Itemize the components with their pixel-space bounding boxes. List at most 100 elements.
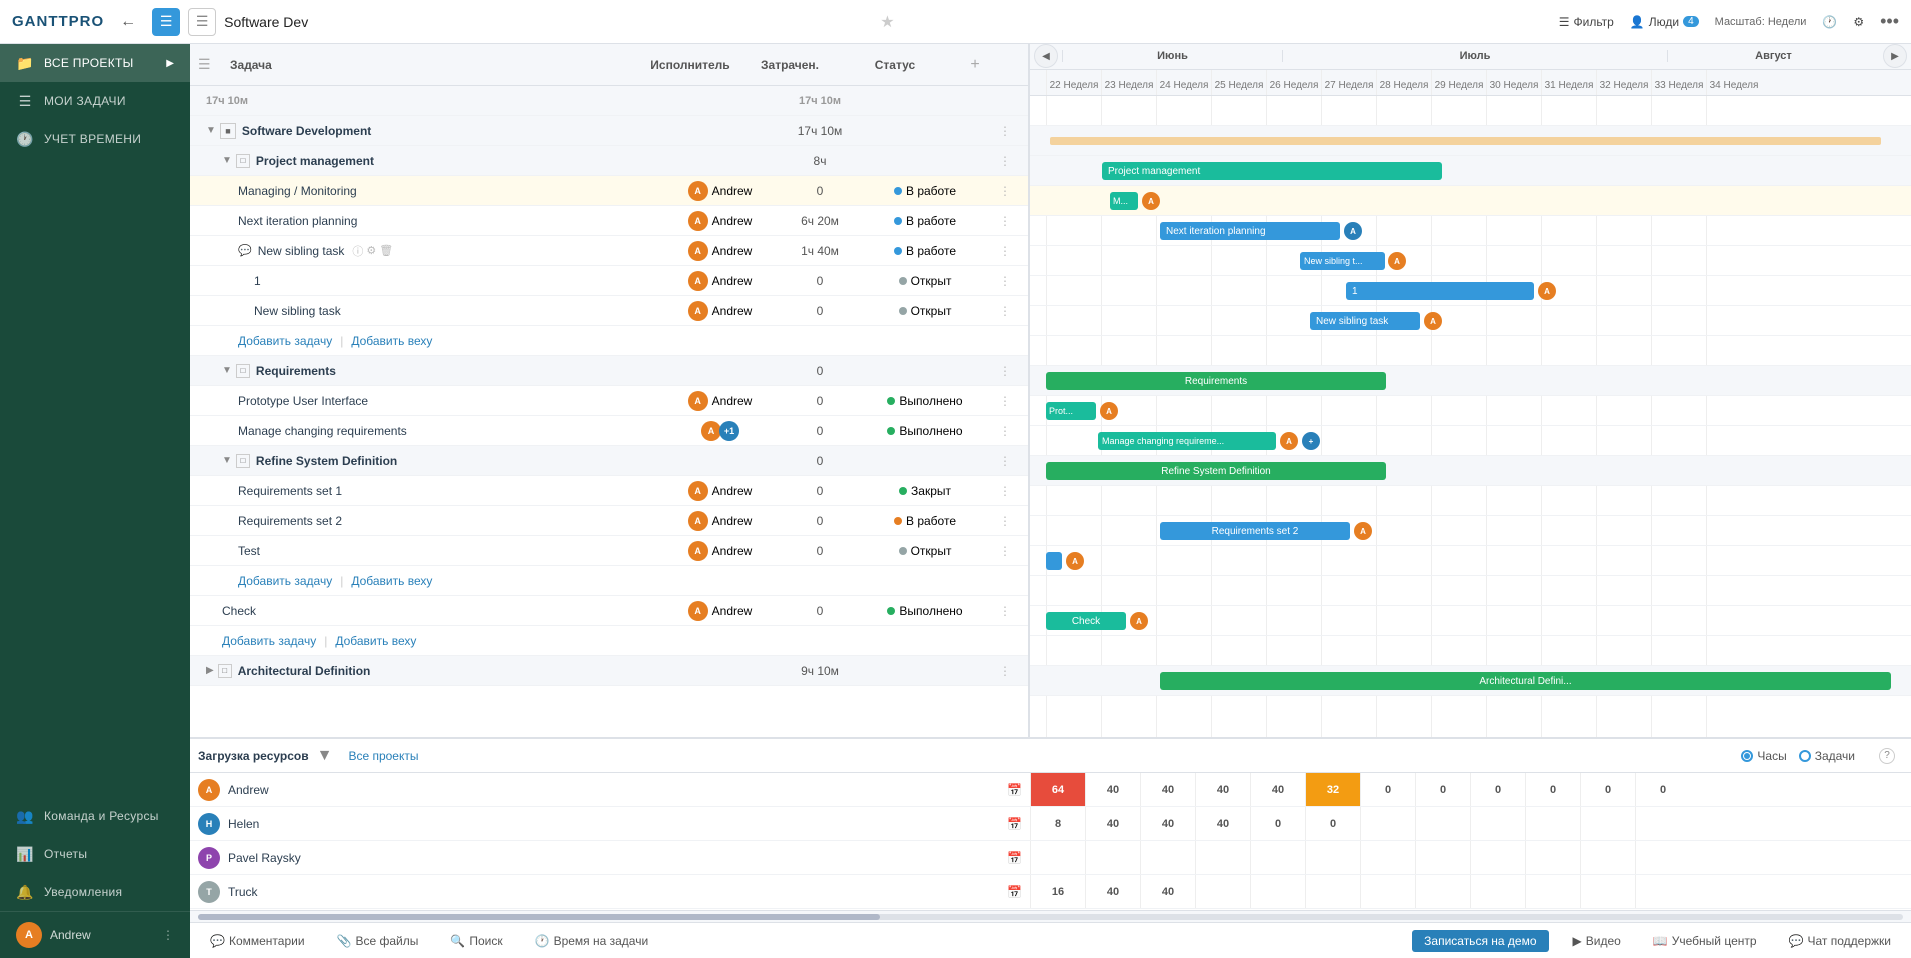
- gantt-bar-1[interactable]: 1: [1346, 282, 1534, 300]
- resource-all-projects[interactable]: Все проекты: [348, 749, 418, 763]
- radio-hours[interactable]: Часы: [1741, 749, 1786, 763]
- row-menu[interactable]: ⋮: [990, 214, 1020, 228]
- back-button[interactable]: ←: [120, 13, 136, 31]
- table-row[interactable]: Manage changing requirements A +1 0 Выпо…: [190, 416, 1028, 446]
- row-menu[interactable]: ⋮: [990, 514, 1020, 528]
- add-milestone-link-2[interactable]: Добавить веху: [351, 574, 432, 588]
- row-menu[interactable]: ⋮: [990, 364, 1020, 378]
- table-row[interactable]: Next iteration planning A Andrew 6ч 20м …: [190, 206, 1028, 236]
- sidebar-item-time-tracking[interactable]: 🕐 УЧЕТ ВРЕМЕНИ: [0, 120, 190, 158]
- row-menu[interactable]: ⋮: [990, 184, 1020, 198]
- task-spent: 0: [780, 364, 860, 378]
- time-button[interactable]: 🕐 Время на задачи: [527, 930, 657, 952]
- gantt-bar-new-sibling[interactable]: New sibling t...: [1300, 252, 1385, 270]
- tutorial-button[interactable]: 📖 Учебный центр: [1645, 930, 1765, 952]
- project-icon-list[interactable]: ☰: [188, 8, 216, 36]
- table-row[interactable]: ▶ □ Architectural Definition 9ч 10м ⋮: [190, 656, 1028, 686]
- history-button[interactable]: 🕐: [1822, 15, 1837, 29]
- scrollbar[interactable]: [198, 914, 1903, 920]
- add-task-link-3[interactable]: Добавить задачу: [222, 634, 316, 648]
- gantt-bar-project-management[interactable]: Project management: [1102, 162, 1442, 180]
- table-row[interactable]: Requirements set 1 A Andrew 0 Закрыт ⋮: [190, 476, 1028, 506]
- row-menu[interactable]: ⋮: [990, 424, 1020, 438]
- sidebar-item-team[interactable]: 👥 Команда и Ресурсы: [0, 797, 190, 835]
- settings-icon[interactable]: ⚙: [366, 244, 376, 257]
- radio-tasks[interactable]: Задачи: [1799, 749, 1855, 763]
- help-icon[interactable]: ?: [1879, 748, 1895, 764]
- table-row[interactable]: 1 A Andrew 0 Открыт ⋮: [190, 266, 1028, 296]
- row-menu[interactable]: ⋮: [990, 244, 1020, 258]
- row-menu[interactable]: ⋮: [990, 274, 1020, 288]
- calendar-icon[interactable]: 📅: [1007, 851, 1022, 865]
- sidebar-item-my-tasks[interactable]: ☰ МОИ ЗАДАЧИ: [0, 82, 190, 120]
- gantt-bar-arch-def[interactable]: Architectural Defini...: [1160, 672, 1891, 690]
- filter-button[interactable]: ☰ Фильтр: [1559, 15, 1614, 29]
- row-menu[interactable]: ⋮: [990, 394, 1020, 408]
- gantt-bar-test[interactable]: [1046, 552, 1062, 570]
- search-button[interactable]: 🔍 Поиск: [442, 930, 510, 952]
- resource-dropdown-arrow[interactable]: ▼: [317, 747, 333, 765]
- row-menu[interactable]: ⋮: [990, 154, 1020, 168]
- table-row[interactable]: Managing / Monitoring A Andrew 0 В работ…: [190, 176, 1028, 206]
- expand-icon[interactable]: ▼: [222, 365, 232, 376]
- row-menu[interactable]: ⋮: [990, 454, 1020, 468]
- table-row[interactable]: ▼ ■ Software Development 17ч 10м ⋮: [190, 116, 1028, 146]
- table-row[interactable]: ▼ □ Requirements 0 ⋮: [190, 356, 1028, 386]
- more-button[interactable]: •••: [1880, 11, 1899, 32]
- row-menu[interactable]: ⋮: [990, 604, 1020, 618]
- calendar-icon[interactable]: 📅: [1007, 817, 1022, 831]
- table-row[interactable]: Check A Andrew 0 Выполнено ⋮: [190, 596, 1028, 626]
- table-row[interactable]: Prototype User Interface A Andrew 0 Выпо…: [190, 386, 1028, 416]
- row-menu[interactable]: ⋮: [990, 304, 1020, 318]
- expand-icon[interactable]: ▼: [222, 455, 232, 466]
- comments-button[interactable]: 💬 Комментарии: [202, 930, 313, 952]
- add-task-link-2[interactable]: Добавить задачу: [238, 574, 332, 588]
- row-menu[interactable]: ⋮: [990, 664, 1020, 678]
- expand-icon[interactable]: ▶: [206, 665, 214, 676]
- sidebar-item-reports[interactable]: 📊 Отчеты: [0, 835, 190, 873]
- expand-icon[interactable]: ▼: [206, 125, 216, 136]
- info-icon[interactable]: ⓘ: [352, 243, 363, 259]
- files-button[interactable]: 📎 Все файлы: [329, 930, 427, 952]
- row-menu[interactable]: ⋮: [990, 484, 1020, 498]
- calendar-icon[interactable]: 📅: [1007, 885, 1022, 899]
- gantt-bar-software-dev[interactable]: [1050, 137, 1881, 145]
- sidebar-user[interactable]: A Andrew ⋮: [0, 911, 190, 958]
- calendar-icon[interactable]: 📅: [1007, 783, 1022, 797]
- gantt-bar-next-iteration[interactable]: Next iteration planning: [1160, 222, 1340, 240]
- favorite-icon[interactable]: ★: [880, 12, 894, 32]
- scroll-right-button[interactable]: ▶: [1883, 44, 1907, 68]
- add-task-link[interactable]: Добавить задачу: [238, 334, 332, 348]
- scroll-left-button[interactable]: ◀: [1034, 44, 1058, 68]
- table-row[interactable]: ▼ □ Refine System Definition 0 ⋮: [190, 446, 1028, 476]
- settings-button[interactable]: ⚙: [1853, 15, 1864, 29]
- demo-button[interactable]: Записаться на демо: [1412, 930, 1548, 952]
- table-row[interactable]: Requirements set 2 A Andrew 0 В работе ⋮: [190, 506, 1028, 536]
- sidebar-item-notifications[interactable]: 🔔 Уведомления: [0, 873, 190, 911]
- gantt-bar-requirements[interactable]: Requirements: [1046, 372, 1386, 390]
- table-row[interactable]: ▼ □ Project management 8ч ⋮: [190, 146, 1028, 176]
- collapse-panel-icon[interactable]: ☰: [198, 56, 222, 73]
- gantt-bar-managing[interactable]: M...: [1110, 192, 1138, 210]
- delete-icon[interactable]: 🗑: [379, 244, 393, 257]
- support-button[interactable]: 💬 Чат поддержки: [1781, 930, 1899, 952]
- gantt-bar-manage-changing[interactable]: Manage changing requireme...: [1098, 432, 1276, 450]
- row-menu[interactable]: ⋮: [990, 544, 1020, 558]
- people-button[interactable]: 👤 Люди 4: [1630, 15, 1699, 29]
- add-milestone-link-3[interactable]: Добавить веху: [335, 634, 416, 648]
- user-more-icon[interactable]: ⋮: [162, 928, 174, 942]
- row-menu[interactable]: ⋮: [990, 124, 1020, 138]
- table-row[interactable]: Test A Andrew 0 Открыт ⋮: [190, 536, 1028, 566]
- video-button[interactable]: ▶ Видео: [1565, 930, 1629, 952]
- gantt-bar-refine[interactable]: Refine System Definition: [1046, 462, 1386, 480]
- gantt-bar-new-sibling-child[interactable]: New sibling task: [1310, 312, 1420, 330]
- table-row[interactable]: 💬 New sibling task ⓘ ⚙ 🗑 A Andrew: [190, 236, 1028, 266]
- table-row[interactable]: New sibling task A Andrew 0 Открыт ⋮: [190, 296, 1028, 326]
- sidebar-item-all-projects[interactable]: 📁 ВСЕ ПРОЕКТЫ ▶: [0, 44, 190, 82]
- gantt-bar-prototype[interactable]: Prot...: [1046, 402, 1096, 420]
- expand-icon[interactable]: ▼: [222, 155, 232, 166]
- add-column-button[interactable]: +: [960, 56, 990, 74]
- gantt-bar-check[interactable]: Check: [1046, 612, 1126, 630]
- gantt-bar-req-set-2[interactable]: Requirements set 2: [1160, 522, 1350, 540]
- add-milestone-link[interactable]: Добавить веху: [351, 334, 432, 348]
